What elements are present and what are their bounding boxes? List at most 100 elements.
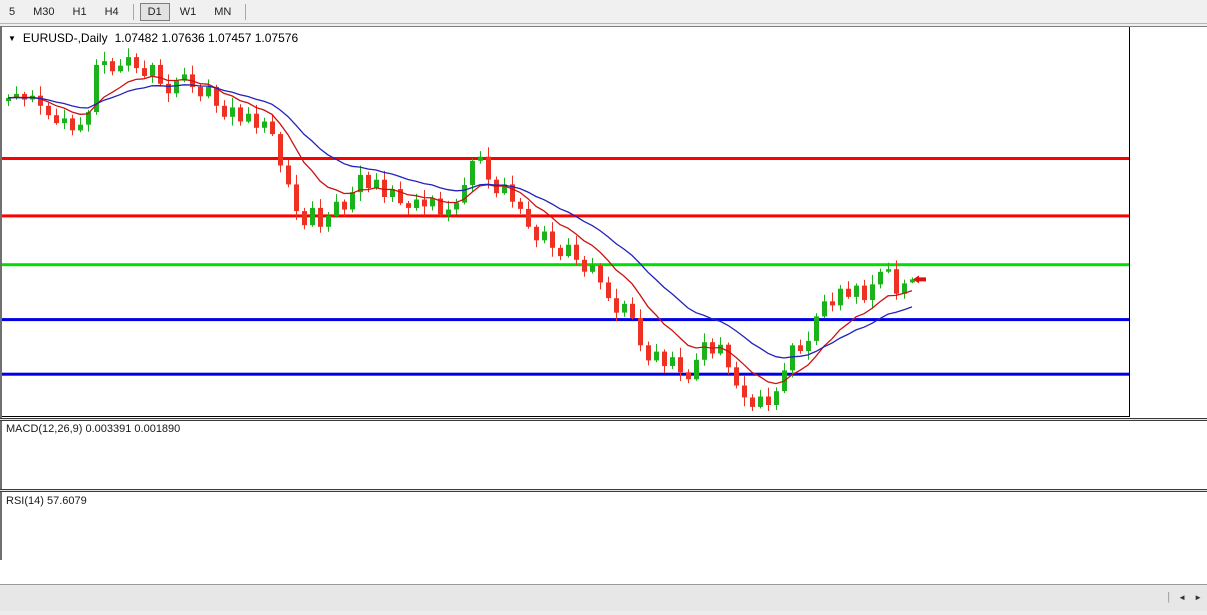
candle-body xyxy=(582,260,587,272)
candle-body xyxy=(750,398,755,407)
candle-body xyxy=(38,96,43,106)
candle-body xyxy=(798,345,803,351)
candle-body xyxy=(310,208,315,225)
candle-body xyxy=(342,202,347,210)
candle-body xyxy=(286,166,291,185)
window-left-border xyxy=(0,26,2,584)
tab-bar-divider: | xyxy=(1167,591,1170,603)
candle-body xyxy=(382,180,387,197)
timeframe-button-w1[interactable]: W1 xyxy=(172,3,205,21)
candle-body xyxy=(734,367,739,385)
macd-panel-splitter[interactable] xyxy=(0,418,1207,421)
candle-body xyxy=(142,68,147,76)
candle-body xyxy=(406,203,411,208)
candle-body xyxy=(654,352,659,361)
candle-body xyxy=(318,208,323,227)
symbol-dropdown-icon[interactable]: ▼ xyxy=(8,34,16,43)
candle-body xyxy=(430,199,435,207)
candle-body xyxy=(158,65,163,84)
candle-body xyxy=(814,316,819,341)
status-strip xyxy=(0,611,1207,615)
candle-body xyxy=(766,397,771,406)
price-axis[interactable] xyxy=(1131,26,1207,418)
rsi-indicator-canvas[interactable] xyxy=(0,492,1130,560)
candle-body xyxy=(486,157,491,180)
timeframe-button-m30[interactable]: M30 xyxy=(25,3,62,21)
chart-symbol-label: EURUSD-,Daily xyxy=(23,31,108,45)
candle-body xyxy=(614,298,619,313)
mt4-window: 5M30H1H4 D1W1MN ▼ EURUSD-,Daily 1.07482 1… xyxy=(0,0,1207,615)
candle-body xyxy=(270,122,275,135)
candle-body xyxy=(886,269,891,272)
candle-body xyxy=(806,341,811,351)
candle-body xyxy=(542,232,547,241)
toolbar-separator xyxy=(133,4,134,20)
candle-body xyxy=(854,286,859,297)
candle-body xyxy=(126,57,131,66)
timeframe-button-h4[interactable]: H4 xyxy=(97,3,127,21)
candle-body xyxy=(518,202,523,209)
rsi-indicator-label: RSI(14) 57.6079 xyxy=(6,495,87,507)
candle-body xyxy=(454,203,459,210)
candle-body xyxy=(846,289,851,297)
toolbar-separator xyxy=(245,4,246,20)
candle-body xyxy=(366,175,371,188)
rsi-panel-splitter[interactable] xyxy=(0,489,1207,492)
chart-title: ▼ EURUSD-,Daily 1.07482 1.07636 1.07457 … xyxy=(8,31,298,45)
tab-scroll-arrows: | ◄ ► xyxy=(1167,591,1202,603)
candle-body xyxy=(598,266,603,283)
horizontal-level-line[interactable] xyxy=(0,263,1130,266)
timeframe-toolbar: 5M30H1H4 D1W1MN xyxy=(0,0,1207,24)
candle-body xyxy=(326,216,331,227)
candle-body xyxy=(590,266,595,272)
macd-axis[interactable] xyxy=(1131,421,1207,489)
tab-scroll-left-icon[interactable]: ◄ xyxy=(1178,593,1186,602)
candle-body xyxy=(622,304,627,313)
ma-fast-line xyxy=(8,76,912,383)
price-chart-canvas[interactable] xyxy=(0,27,1130,417)
rsi-axis[interactable] xyxy=(1131,492,1207,560)
candle-body xyxy=(790,345,795,370)
candle-body xyxy=(838,289,843,306)
candle-body xyxy=(606,282,611,298)
candle-body xyxy=(350,192,355,209)
timeframe-button-d1[interactable]: D1 xyxy=(140,3,170,21)
timeframe-button-h1[interactable]: H1 xyxy=(65,3,95,21)
candle-body xyxy=(118,66,123,72)
horizontal-level-line[interactable] xyxy=(0,373,1130,376)
ma-slow-line xyxy=(8,85,912,358)
candle-body xyxy=(134,57,139,68)
candle-body xyxy=(422,200,427,207)
candle-body xyxy=(198,87,203,96)
candle-body xyxy=(678,357,683,372)
candle-body xyxy=(558,248,563,256)
candle-body xyxy=(566,245,571,256)
chart-ohlc-values: 1.07482 1.07636 1.07457 1.07576 xyxy=(115,31,299,45)
candle-body xyxy=(222,106,227,117)
candle-body xyxy=(238,107,243,121)
candle-body xyxy=(62,118,67,123)
candle-body xyxy=(230,107,235,116)
timeframe-button-5[interactable]: 5 xyxy=(1,3,23,21)
candle-body xyxy=(742,386,747,398)
candle-body xyxy=(54,115,59,123)
candle-body xyxy=(830,301,835,305)
candle-body xyxy=(694,360,699,380)
candle-body xyxy=(702,342,707,360)
horizontal-level-line[interactable] xyxy=(0,318,1130,321)
candle-body xyxy=(174,81,179,94)
timeframe-button-mn[interactable]: MN xyxy=(206,3,239,21)
candle-body xyxy=(726,345,731,368)
candle-body xyxy=(110,61,115,71)
candle-body xyxy=(670,357,675,366)
tab-scroll-right-icon[interactable]: ► xyxy=(1194,593,1202,602)
candle-body xyxy=(646,345,651,360)
candle-body xyxy=(150,65,155,76)
candle-body xyxy=(870,284,875,300)
horizontal-level-line[interactable] xyxy=(0,214,1130,217)
candle-body xyxy=(822,301,827,316)
candle-body xyxy=(662,352,667,367)
horizontal-level-line[interactable] xyxy=(0,157,1130,160)
candle-body xyxy=(534,227,539,241)
time-axis[interactable] xyxy=(0,560,1207,584)
